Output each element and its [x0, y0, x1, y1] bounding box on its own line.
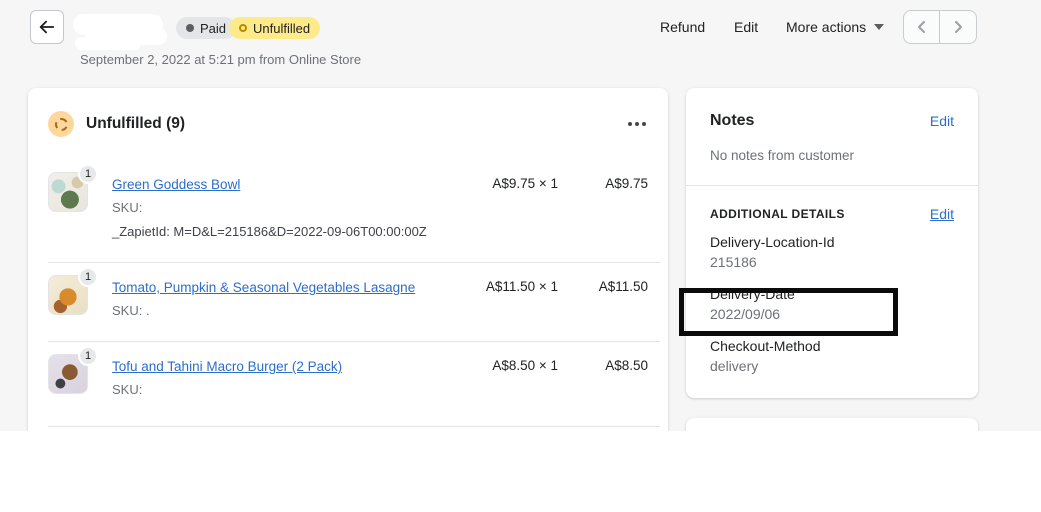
line-item-body: Tomato, Pumpkin & Seasonal Vegetables La…: [88, 263, 438, 341]
detail-field: Delivery-Location-Id 215186: [686, 222, 978, 270]
next-sidebar-card: [686, 418, 978, 431]
unit-price: A$9.75 × 1: [492, 176, 558, 191]
line-total: A$8.50: [605, 358, 648, 373]
more-actions-button[interactable]: More actions: [786, 19, 885, 35]
notes-empty-text: No notes from customer: [710, 148, 855, 163]
line-item: 1 Tomato, Pumpkin & Seasonal Vegetables …: [28, 263, 668, 341]
next-order-button[interactable]: [940, 11, 976, 43]
line-item-property: _ZapietId: M=D&L=215186&D=2022-09-06T00:…: [112, 224, 427, 239]
chevron-down-icon: [874, 24, 885, 30]
detail-label: Checkout-Method: [710, 338, 821, 354]
chevron-right-icon: [952, 20, 964, 34]
unit-price: A$8.50 × 1: [492, 358, 558, 373]
detail-label: Delivery-Location-Id: [710, 234, 835, 250]
line-total: A$9.75: [605, 176, 648, 191]
back-arrow-icon: [38, 18, 56, 36]
card-overflow-menu-button[interactable]: [626, 116, 648, 132]
divider: [48, 426, 660, 427]
line-item-body: Tofu and Tahini Macro Burger (2 Pack) SK…: [88, 342, 438, 426]
line-item-body: Green Goddess Bowl SKU: _ZapietId: M=D&L…: [88, 160, 438, 262]
detail-value: 215186: [710, 254, 757, 270]
sku-text: SKU:: [112, 200, 143, 215]
line-item: 1 Green Goddess Bowl SKU: _ZapietId: M=D…: [28, 160, 668, 262]
additional-details-heading: ADDITIONAL DETAILS: [710, 207, 845, 221]
detail-value: delivery: [710, 358, 759, 374]
refund-button[interactable]: Refund: [660, 19, 705, 35]
quantity-badge: 1: [78, 267, 98, 287]
previous-order-button[interactable]: [904, 11, 940, 43]
unit-price: A$11.50 × 1: [485, 279, 558, 294]
edit-button-label: Edit: [734, 19, 759, 35]
horizontal-dots-icon: [628, 122, 632, 126]
sku-text: SKU: .: [112, 303, 150, 318]
paid-badge-label: Paid: [200, 20, 227, 36]
page-background: Paid Unfulfilled Refund Edit More action…: [0, 0, 1041, 431]
order-page: Paid Unfulfilled Refund Edit More action…: [0, 0, 1041, 512]
sku-text: SKU:: [112, 382, 143, 397]
edit-order-button[interactable]: Edit: [734, 19, 758, 35]
product-thumbnail-wrap: 1: [48, 267, 98, 341]
edit-additional-details-link[interactable]: Edit: [930, 206, 954, 222]
unfulfilled-status-icon: [48, 111, 74, 137]
notes-title: Notes: [710, 112, 755, 129]
unfulfilled-card-header: Unfulfilled (9): [28, 88, 668, 160]
more-actions-label: More actions: [786, 19, 867, 35]
quantity-badge: 1: [78, 164, 98, 184]
edit-notes-link[interactable]: Edit: [930, 113, 954, 129]
chevron-left-icon: [916, 20, 928, 34]
quantity-badge: 1: [78, 346, 98, 366]
unfulfilled-card-title: Unfulfilled (9): [86, 115, 186, 132]
product-thumbnail-wrap: 1: [48, 164, 98, 262]
notes-card: Notes Edit No notes from customer ADDITI…: [686, 88, 978, 398]
back-button[interactable]: [30, 10, 64, 44]
unfulfilled-badge-label: Unfulfilled: [253, 20, 311, 36]
order-date-subtitle: September 2, 2022 at 5:21 pm from Online…: [80, 52, 362, 67]
unfulfilled-card: Unfulfilled (9) 1 Green Goddess Bowl SKU…: [28, 88, 668, 431]
line-total: A$11.50: [598, 279, 648, 294]
unfulfilled-dot-icon: [239, 24, 247, 32]
paid-dot-icon: [186, 24, 194, 32]
product-link[interactable]: Tomato, Pumpkin & Seasonal Vegetables La…: [112, 280, 415, 295]
highlight-box: [679, 288, 898, 336]
status-badge-paid: Paid: [176, 17, 237, 39]
product-link[interactable]: Tofu and Tahini Macro Burger (2 Pack): [112, 359, 342, 374]
order-pager: [903, 10, 977, 44]
status-badge-unfulfilled: Unfulfilled: [229, 17, 321, 39]
product-thumbnail-wrap: 1: [48, 346, 98, 426]
refund-button-label: Refund: [660, 19, 706, 35]
product-link[interactable]: Green Goddess Bowl: [112, 177, 240, 192]
line-item: 1 Tofu and Tahini Macro Burger (2 Pack) …: [28, 342, 668, 426]
redacted-order-title: [75, 37, 141, 50]
